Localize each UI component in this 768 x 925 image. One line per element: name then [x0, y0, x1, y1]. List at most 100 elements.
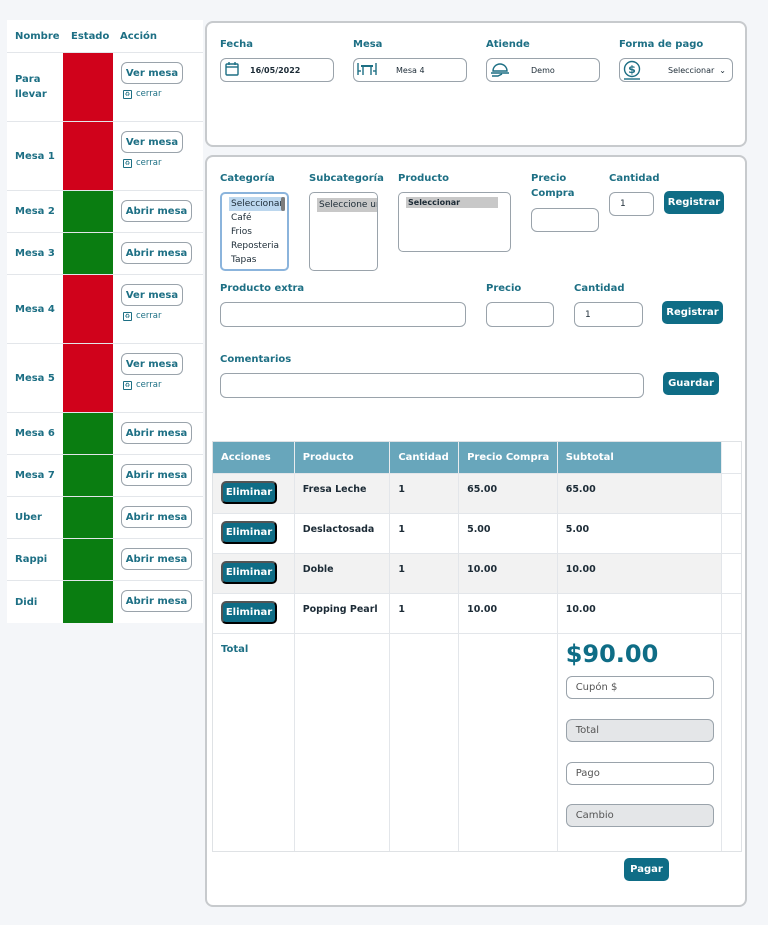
waiter-icon: [489, 61, 511, 79]
table-row: Mesa 1 Ver mesa ♻ cerrar: [7, 122, 203, 191]
eliminar-button[interactable]: Eliminar: [221, 521, 277, 544]
chevron-down-icon: ⌄: [719, 65, 726, 75]
table-row: Mesa 3 Abrir mesa: [7, 233, 203, 275]
item-cantidad: 1: [390, 474, 460, 513]
producto-option[interactable]: Seleccionar: [406, 197, 498, 208]
producto-extra-input[interactable]: [220, 302, 466, 327]
categoria-option[interactable]: Reposteria: [222, 239, 287, 253]
status-indicator: [63, 344, 113, 412]
status-indicator: [63, 191, 113, 232]
registrar-button[interactable]: Registrar: [664, 191, 724, 214]
pagar-button[interactable]: Pagar: [624, 858, 669, 881]
table-row: Mesa 7 Abrir mesa: [7, 455, 203, 497]
header-subtotal: Subtotal: [558, 442, 723, 473]
item-producto: Doble: [295, 554, 391, 593]
svg-text:$: $: [628, 63, 636, 76]
mesa-label: Mesa: [353, 39, 383, 50]
total-label: Total: [221, 644, 249, 655]
table-row: Eliminar Deslactosada 1 5.00 5.00: [213, 513, 741, 553]
total-field: Total: [565, 719, 714, 742]
open-table-button[interactable]: Abrir mesa: [121, 548, 192, 570]
close-table-link[interactable]: ♻ cerrar: [123, 311, 161, 321]
cantidad-input[interactable]: 1: [609, 192, 654, 216]
header-nombre: Nombre: [15, 30, 60, 42]
table-name: Para llevar: [15, 74, 47, 100]
open-table-button[interactable]: Abrir mesa: [121, 506, 192, 528]
table-row: Mesa 6 Abrir mesa: [7, 413, 203, 455]
precio-compra-input[interactable]: [531, 208, 599, 232]
view-table-button[interactable]: Ver mesa: [121, 62, 183, 84]
registrar-extra-button[interactable]: Registrar: [662, 301, 723, 324]
items-table-header: Acciones Producto Cantidad Precio Compra…: [213, 442, 741, 473]
table-name: Mesa 4: [15, 303, 55, 315]
status-indicator: [63, 233, 113, 274]
table-name: Mesa 3: [15, 248, 55, 259]
guardar-button[interactable]: Guardar: [663, 372, 719, 395]
atiende-label: Atiende: [486, 39, 530, 50]
header-estado: Estado: [71, 30, 110, 42]
eliminar-button[interactable]: Eliminar: [221, 481, 277, 504]
categoria-option[interactable]: Café: [222, 211, 287, 225]
forma-pago-label: Forma de pago: [619, 39, 704, 50]
table-row: Uber Abrir mesa: [7, 497, 203, 539]
item-precio: 5.00: [459, 514, 558, 553]
item-subtotal: 65.00: [558, 474, 723, 513]
close-icon: ♻: [123, 380, 132, 390]
open-table-button[interactable]: Abrir mesa: [121, 590, 192, 612]
pago-input[interactable]: Pago: [565, 762, 714, 785]
total-row: Total $90.00 Cupón $ Total Pago Cambio: [213, 633, 741, 851]
precio-input[interactable]: [486, 302, 554, 327]
item-producto: Deslactosada: [295, 514, 391, 553]
close-table-link[interactable]: ♻ cerrar: [123, 89, 161, 99]
item-subtotal: 10.00: [558, 594, 723, 633]
header-acciones: Acciones: [213, 442, 295, 473]
close-icon: ♻: [123, 311, 132, 321]
table-name: Mesa 5: [15, 372, 55, 384]
header-producto: Producto: [295, 442, 391, 473]
table-name: Mesa 6: [15, 428, 55, 439]
cupon-input[interactable]: Cupón $: [565, 676, 714, 699]
table-row: Didi Abrir mesa: [7, 581, 203, 623]
table-name: Didi: [15, 597, 38, 608]
producto-listbox[interactable]: Seleccionar: [398, 192, 511, 252]
item-precio: 65.00: [459, 474, 558, 513]
categoria-option[interactable]: Frios: [222, 225, 287, 239]
tables-list: Nombre Estado Acción Para llevar Ver mes…: [7, 20, 203, 623]
item-cantidad: 1: [390, 514, 460, 553]
close-table-link[interactable]: ♻ cerrar: [123, 158, 161, 168]
view-table-button[interactable]: Ver mesa: [121, 284, 183, 306]
items-table: Acciones Producto Cantidad Precio Compra…: [212, 441, 742, 852]
open-table-button[interactable]: Abrir mesa: [121, 464, 192, 486]
categoria-option[interactable]: Seleccionar: [229, 197, 286, 211]
table-row: Eliminar Fresa Leche 1 65.00 65.00: [213, 473, 741, 513]
view-table-button[interactable]: Ver mesa: [121, 131, 183, 153]
order-header-panel: Fecha 16/05/2022 Mesa Mesa 4 Atiende Dem…: [205, 21, 747, 147]
categoria-listbox[interactable]: Seleccionar Café Frios Reposteria Tapas: [220, 192, 289, 271]
status-indicator: [63, 581, 113, 623]
subcategoria-option[interactable]: Seleccione ur: [317, 198, 377, 212]
item-precio: 10.00: [459, 554, 558, 593]
view-table-button[interactable]: Ver mesa: [121, 353, 183, 375]
open-table-button[interactable]: Abrir mesa: [121, 242, 192, 264]
eliminar-button[interactable]: Eliminar: [221, 601, 277, 624]
comentarios-input[interactable]: [220, 373, 644, 398]
open-table-button[interactable]: Abrir mesa: [121, 422, 192, 444]
precio-compra-label: Precio Compra: [531, 173, 575, 199]
close-table-link[interactable]: ♻ cerrar: [123, 380, 161, 390]
comentarios-label: Comentarios: [220, 354, 292, 365]
table-row: Eliminar Popping Pearl 1 10.00 10.00: [213, 593, 741, 633]
categoria-option[interactable]: Tapas: [222, 253, 287, 267]
eliminar-button[interactable]: Eliminar: [221, 561, 277, 584]
cantidad-extra-input[interactable]: 1: [574, 302, 643, 327]
header-accion: Acción: [120, 30, 158, 42]
producto-extra-label: Producto extra: [220, 283, 305, 294]
order-entry-panel: Categoría Seleccionar Café Frios Reposte…: [205, 155, 747, 907]
fecha-label: Fecha: [220, 39, 254, 50]
status-indicator: [63, 497, 113, 538]
scrollbar[interactable]: [281, 197, 285, 211]
item-precio: 10.00: [459, 594, 558, 633]
table-name: Mesa 7: [15, 470, 55, 481]
subcategoria-listbox[interactable]: Seleccione ur: [309, 192, 378, 271]
cantidad-label: Cantidad: [609, 173, 660, 184]
open-table-button[interactable]: Abrir mesa: [121, 200, 192, 222]
